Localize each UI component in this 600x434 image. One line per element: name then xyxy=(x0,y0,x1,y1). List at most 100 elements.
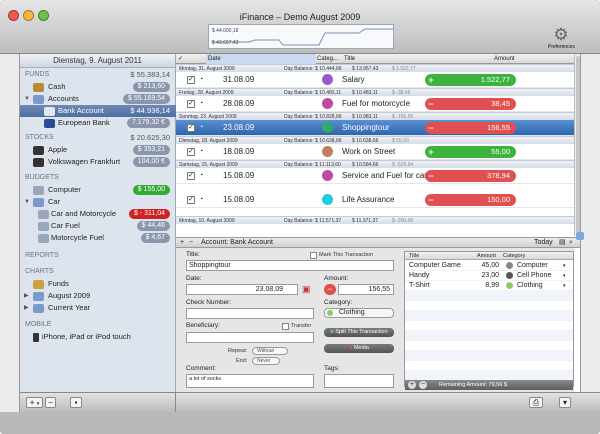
preferences-button[interactable]: ⚙ Preferences xyxy=(548,26,575,51)
balance-sparkline: $ 44.000,18 $ 43.607,43 xyxy=(208,24,394,49)
table-row[interactable]: ✓ ◔ 15.08.09 Service and Fuel for car −378,9… xyxy=(176,168,574,184)
end-popup[interactable]: Never xyxy=(252,357,280,365)
chevron-down-icon[interactable]: ▾ xyxy=(563,261,566,271)
media-button[interactable]: ● Media xyxy=(324,344,394,353)
row-checkbox[interactable]: ✓ xyxy=(187,148,195,156)
category-column-header[interactable]: Categ... xyxy=(317,54,338,64)
search-icon[interactable]: ⌕ xyxy=(569,238,573,248)
split-table: Title Amount Category Computer Game 45,00… xyxy=(404,251,574,390)
split-title-header[interactable]: Title xyxy=(409,252,419,260)
section-charts: CHARTS xyxy=(25,268,54,275)
print-button[interactable]: ⎙ xyxy=(529,397,543,408)
row-checkbox[interactable]: ✓ xyxy=(187,196,195,204)
table-row[interactable]: ✓ ◔ 31.08.09 Salary +1.522,77 xyxy=(176,72,574,88)
amount-field[interactable]: 156,55 xyxy=(338,284,394,295)
export-button[interactable]: ▾ xyxy=(559,397,571,408)
row-checkbox[interactable]: ✓ xyxy=(187,100,195,108)
today-button[interactable]: Today xyxy=(534,238,553,248)
sidebar-item-car-fuel[interactable]: Car Fuel $ 44,46 xyxy=(20,220,176,232)
row-title: Life Assurance xyxy=(342,195,395,204)
sidebar-item-computer[interactable]: Computer $ 155,00 xyxy=(20,184,176,196)
tags-field[interactable] xyxy=(324,374,394,388)
split-row[interactable]: T-Shirt 8,99 Clothing ▾ xyxy=(405,281,573,291)
row-checkbox[interactable]: ✓ xyxy=(187,172,195,180)
row-checkbox[interactable]: ✓ xyxy=(187,76,195,84)
remove-account-button[interactable]: − xyxy=(45,397,56,408)
comment-field[interactable]: a lot of socks xyxy=(186,374,314,388)
sidebar-item-chart-funds[interactable]: Funds xyxy=(20,278,176,290)
day-running: $ 11.371,37 xyxy=(352,218,379,224)
sidebar-item-volkswagen[interactable]: Volkswagen Frankfurt 104,00 € xyxy=(20,156,176,168)
split-row[interactable]: Handy 23,00 Cell Phone ▾ xyxy=(405,271,573,281)
disclosure-right-icon[interactable]: ▶ xyxy=(24,302,29,314)
day-balance: Day Balance: $ 11.571,37 xyxy=(284,218,342,224)
status-icon: ◔ xyxy=(199,196,204,203)
remove-transaction-button[interactable]: − xyxy=(189,238,193,248)
empty-row xyxy=(405,311,573,321)
table-row[interactable]: ✓ ◔ 23.08.09 Shoppingtour −156,55 xyxy=(176,120,574,136)
check-number-field[interactable] xyxy=(186,308,314,319)
day-header: Sonntag, 23. August 2009 Day Balance: $ 1… xyxy=(176,112,574,120)
sidebar-item-european-bank[interactable]: European Bank 7.179,32 € xyxy=(20,117,176,129)
empty-row xyxy=(405,301,573,311)
add-account-button[interactable]: + ▾ xyxy=(26,397,43,408)
sidebar-item-apple[interactable]: Apple $ 353,21 xyxy=(20,144,176,156)
split-category: Computer xyxy=(517,262,548,269)
split-title: T-Shirt xyxy=(409,282,430,289)
sidebar-item-cash[interactable]: Cash $ 213,60 xyxy=(20,81,176,93)
title-field[interactable]: Shoppingtour xyxy=(186,260,394,271)
split-amount: 45,00 xyxy=(481,262,499,269)
split-row[interactable]: Computer Game 45,00 Computer ▾ xyxy=(405,261,573,271)
add-split-button[interactable]: + xyxy=(408,381,416,389)
sidebar-item-motorcycle-fuel[interactable]: Motorcycle Fuel $ 4,67 xyxy=(20,232,176,244)
disclosure-down-icon[interactable]: ▼ xyxy=(24,93,30,105)
scroll-indicator[interactable] xyxy=(576,232,584,240)
sidebar-item-iphone[interactable]: iPhone, iPad or iPod touch xyxy=(20,331,176,343)
split-transaction-button[interactable]: ■ Split This Transaction xyxy=(324,328,394,337)
sidebar-item-chart-current-year[interactable]: ▶ Current Year xyxy=(20,302,176,314)
repeat-popup[interactable]: Without xyxy=(252,347,288,355)
transfer-checkbox[interactable] xyxy=(282,323,289,330)
amount-label: Amount: xyxy=(324,275,349,282)
stock-icon xyxy=(33,158,44,167)
amount-column-header[interactable]: Amount xyxy=(494,54,515,64)
mark-checkbox[interactable] xyxy=(310,252,317,259)
table-row[interactable]: ✓ ◔ 28.08.09 Fuel for motorcycle −38,45 xyxy=(176,96,574,112)
disclosure-down-icon[interactable]: ▼ xyxy=(24,196,30,208)
title-column-header[interactable]: Title xyxy=(344,54,355,64)
sidebar-item-chart-august[interactable]: ▶ August 2009 xyxy=(20,290,176,302)
split-amount-header[interactable]: Amount xyxy=(477,252,496,260)
section-reports[interactable]: REPORTS xyxy=(20,250,176,262)
section-funds: FUNDS $ 55.383,14 xyxy=(25,70,170,79)
calendar-icon[interactable]: ▣ xyxy=(302,284,311,295)
beneficiary-field[interactable] xyxy=(186,332,314,343)
bottom-toolbar: ⎙ ▾ xyxy=(176,392,600,412)
sidebar-item-bank-account[interactable]: Bank Account $ 44.936,14 xyxy=(20,105,176,117)
split-category-header[interactable]: Category xyxy=(503,252,525,260)
table-row[interactable]: ✓ ◔ 15.08.09 Life Assurance −150,00 xyxy=(176,192,574,208)
transactions-pane: ✓ Date Categ... Title Amount Montag, 31.… xyxy=(176,54,580,392)
chevron-down-icon[interactable]: ▾ xyxy=(563,271,566,281)
table-row[interactable]: ✓ ◔ 18.08.09 Work on Street +55,00 xyxy=(176,144,574,160)
sidebar-item-car[interactable]: ▼ Car xyxy=(20,196,176,208)
sidebar-item-car-and-motorcycle[interactable]: Car and Motorcycle $ - 311,04 xyxy=(20,208,176,220)
date-field[interactable]: 23.08.09 xyxy=(186,284,298,295)
remove-split-button[interactable]: − xyxy=(419,381,427,389)
empty-row xyxy=(405,291,573,301)
row-checkbox[interactable]: ✓ xyxy=(187,124,195,132)
date-column-header[interactable]: Date xyxy=(206,54,316,64)
category-popup[interactable]: Clothing xyxy=(324,308,394,318)
amount-sign-button[interactable]: − xyxy=(324,284,336,295)
sidebar-item-accounts[interactable]: ▼ Accounts $ 55.169,54 xyxy=(20,93,176,105)
view-mode-icon[interactable]: ▤ xyxy=(559,238,566,248)
remaining-amount: Remaining Amount: 79,56 $ xyxy=(439,382,507,388)
disclosure-right-icon[interactable]: ▶ xyxy=(24,290,29,302)
split-amount: 23,00 xyxy=(481,272,499,279)
end-label: End: xyxy=(236,358,248,364)
flag-column-header[interactable]: ✓ xyxy=(178,54,183,64)
table-header: ✓ Date Categ... Title Amount xyxy=(176,54,574,64)
chevron-down-icon[interactable]: ▾ xyxy=(563,281,566,291)
view-options-button[interactable]: ▪ xyxy=(70,397,82,408)
funds-total: $ 55.383,14 xyxy=(130,70,170,79)
add-transaction-button[interactable]: + xyxy=(180,238,184,248)
